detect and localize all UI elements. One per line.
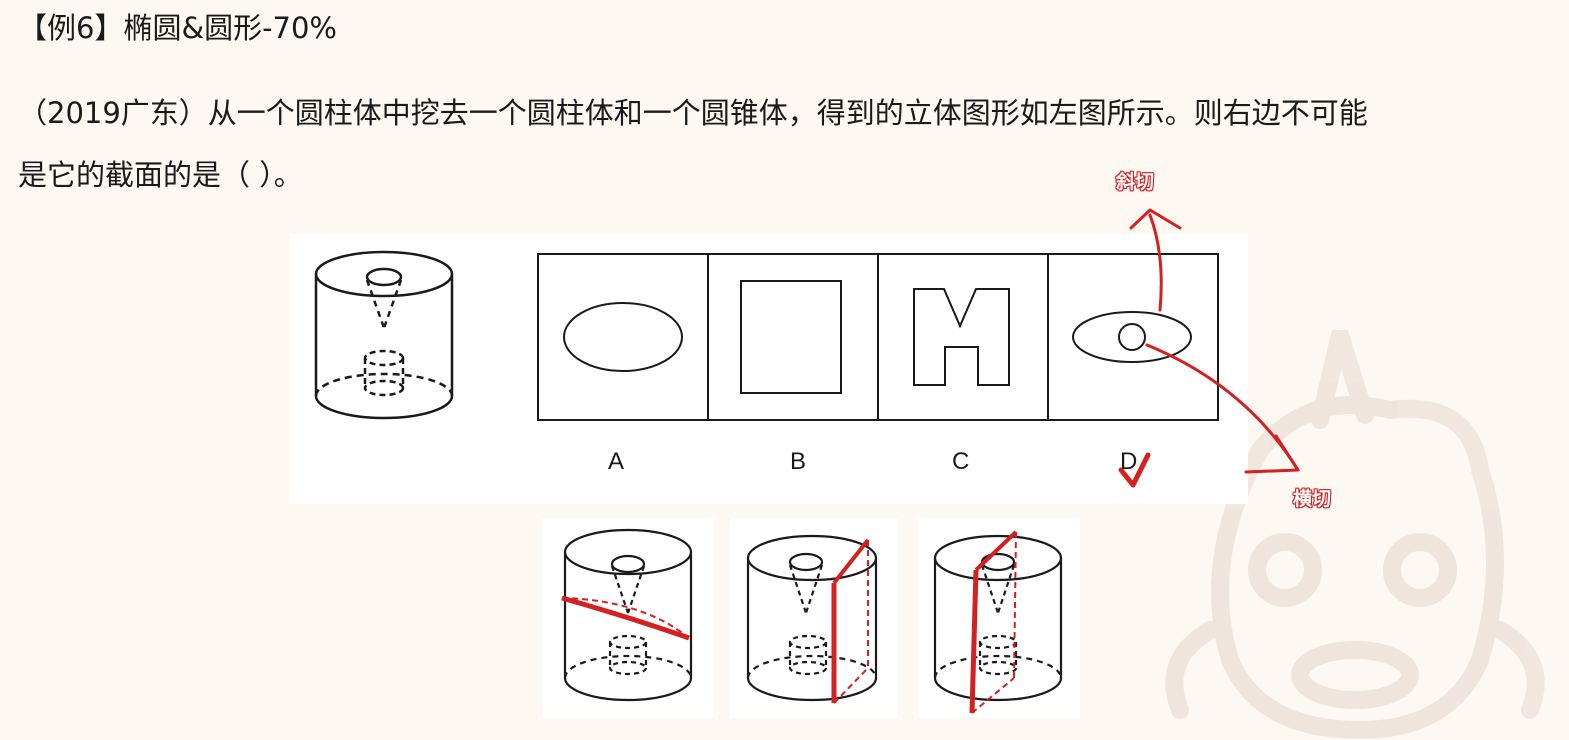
oblique-cut-label: 斜切 (1116, 171, 1155, 193)
option-b-box (707, 253, 879, 421)
option-label-b: B (790, 448, 806, 475)
option-c-m-shape (913, 288, 1010, 386)
option-c-box (877, 253, 1049, 421)
question-line-1: （2019广东）从一个圆柱体中挖去一个圆柱体和一个圆锥体，得到的立体图形如左图所… (18, 96, 1368, 130)
vertical-cut-illustration (730, 518, 898, 718)
example-heading: 【例6】椭圆&圆形-70% (18, 11, 337, 45)
option-d-circle (1118, 323, 1146, 351)
option-d-ellipse (1072, 311, 1192, 363)
option-label-c: C (952, 448, 969, 475)
option-label-d: D (1120, 448, 1137, 475)
option-b-rectangle (740, 280, 842, 394)
hollowed-cylinder-figure (314, 250, 454, 420)
horizontal-cut-label: 横切 (1293, 488, 1332, 510)
oblique-cut-arrowhead (1129, 208, 1182, 230)
figure-panel: A B C D (290, 234, 1248, 504)
question-line-2: 是它的截面的是（ ）。 (18, 158, 303, 192)
axial-cut-illustration (918, 518, 1080, 718)
option-label-a: A (608, 448, 624, 475)
oblique-cut-illustration (542, 518, 714, 718)
question-text: （2019广东）从一个圆柱体中挖去一个圆柱体和一个圆锥体，得到的立体图形如左图所… (18, 82, 1563, 206)
option-a-ellipse (563, 302, 683, 372)
